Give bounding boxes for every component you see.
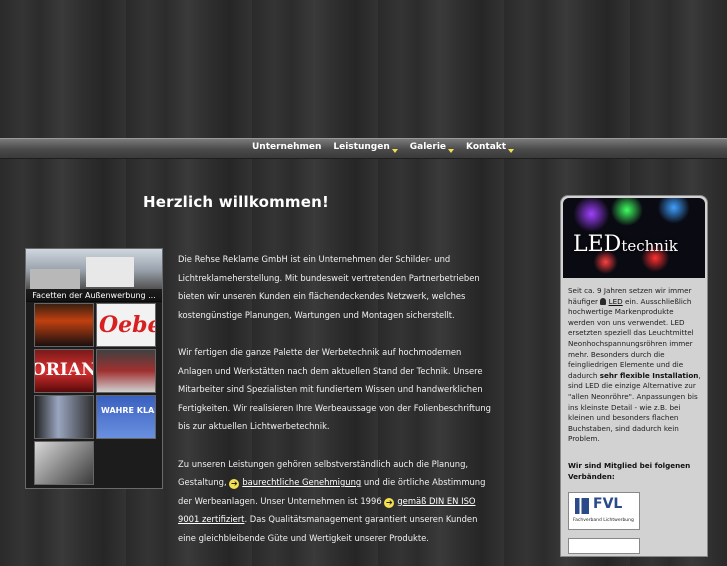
nav-item-label: Leistungen: [333, 142, 390, 152]
chevron-down-icon: [448, 149, 455, 153]
members-label: Wir sind Mitglied bei folgenen Verbänden…: [568, 461, 691, 481]
nav-item-label: Kontakt: [466, 142, 507, 152]
services-paragraph: Zu unseren Leistungen gehören selbstvers…: [178, 455, 496, 548]
fvl-mark-icon: [575, 498, 589, 514]
led-banner[interactable]: LEDtechnik: [563, 198, 705, 278]
intro-paragraph: Die Rehse Reklame GmbH ist ein Unternehm…: [178, 254, 480, 320]
page-title: Herzlich willkommen!: [143, 193, 330, 211]
led-text: , sind LED die einzige Alternative zur "…: [568, 370, 701, 444]
arrow-right-icon: ➔: [384, 497, 395, 508]
nav-item-kontakt[interactable]: Kontakt: [466, 142, 520, 153]
led-title-big: LED: [573, 232, 622, 257]
permit-link[interactable]: baurechtliche Genehmigung: [242, 477, 361, 487]
nav-item-label: Galerie: [409, 142, 447, 152]
thumb-sign-text: ORIAN: [34, 360, 94, 380]
gallery-main-image[interactable]: Facetten der Außenwerbung ...: [26, 249, 162, 302]
main-nav: Unternehmen Leistungen Galerie Kontakt: [0, 138, 727, 159]
led-highlight: sehr flexible Installation: [599, 370, 699, 380]
main-content: Die Rehse Reklame GmbH ist ein Unternehm…: [178, 250, 496, 566]
association-logo[interactable]: [568, 538, 640, 554]
thumb-sign-text: Oebel: [99, 312, 155, 338]
gallery-thumb[interactable]: [34, 395, 94, 439]
nav-item-galerie[interactable]: Galerie: [410, 142, 460, 153]
chevron-down-icon: [391, 149, 398, 153]
gallery-caption: Facetten der Außenwerbung ...: [26, 289, 162, 302]
bulb-icon: [600, 297, 607, 305]
gallery-thumb[interactable]: [96, 349, 156, 393]
building-image: [30, 269, 80, 289]
nav-item-leistungen[interactable]: Leistungen: [333, 142, 403, 153]
gallery-thumb[interactable]: [34, 303, 94, 347]
fvl-logo[interactable]: FVL Fachverband Lichtwerbung: [568, 492, 640, 530]
led-description: Seit ca. 9 Jahren setzen wir immer häufi…: [568, 286, 702, 445]
gallery-thumb[interactable]: ORIAN: [34, 349, 94, 393]
gallery-thumb[interactable]: WAHRE KLASSE BIS IN DE: [96, 395, 156, 439]
nav-items: Unternehmen Leistungen Galerie Kontakt: [252, 142, 526, 153]
sidebar: LEDtechnik Seit ca. 9 Jahren setzen wir …: [560, 195, 708, 557]
building-image: [86, 257, 134, 287]
fvl-logo-text: FVL: [593, 496, 623, 512]
chevron-down-icon: [508, 149, 515, 153]
gallery-thumb[interactable]: [34, 441, 94, 485]
led-link[interactable]: LED: [609, 297, 623, 306]
nav-item-label: Unternehmen: [252, 142, 322, 152]
thumb-sign-text: WAHRE KLASSE BIS IN DE: [101, 406, 155, 415]
nav-item-unternehmen[interactable]: Unternehmen: [252, 142, 327, 153]
led-text: ein. Ausschließlich hochwertige Markenpr…: [568, 296, 694, 380]
gallery-panel[interactable]: Facetten der Außenwerbung ... Oebel ORIA…: [25, 248, 163, 489]
led-banner-title: LEDtechnik: [573, 232, 678, 257]
gallery-thumb[interactable]: Oebel: [96, 303, 156, 347]
fvl-logo-sub: Fachverband Lichtwerbung: [573, 518, 634, 523]
production-paragraph: Wir fertigen die ganze Palette der Werbe…: [178, 347, 491, 431]
arrow-right-icon: ➔: [229, 479, 240, 489]
led-title-small: technik: [621, 237, 678, 255]
